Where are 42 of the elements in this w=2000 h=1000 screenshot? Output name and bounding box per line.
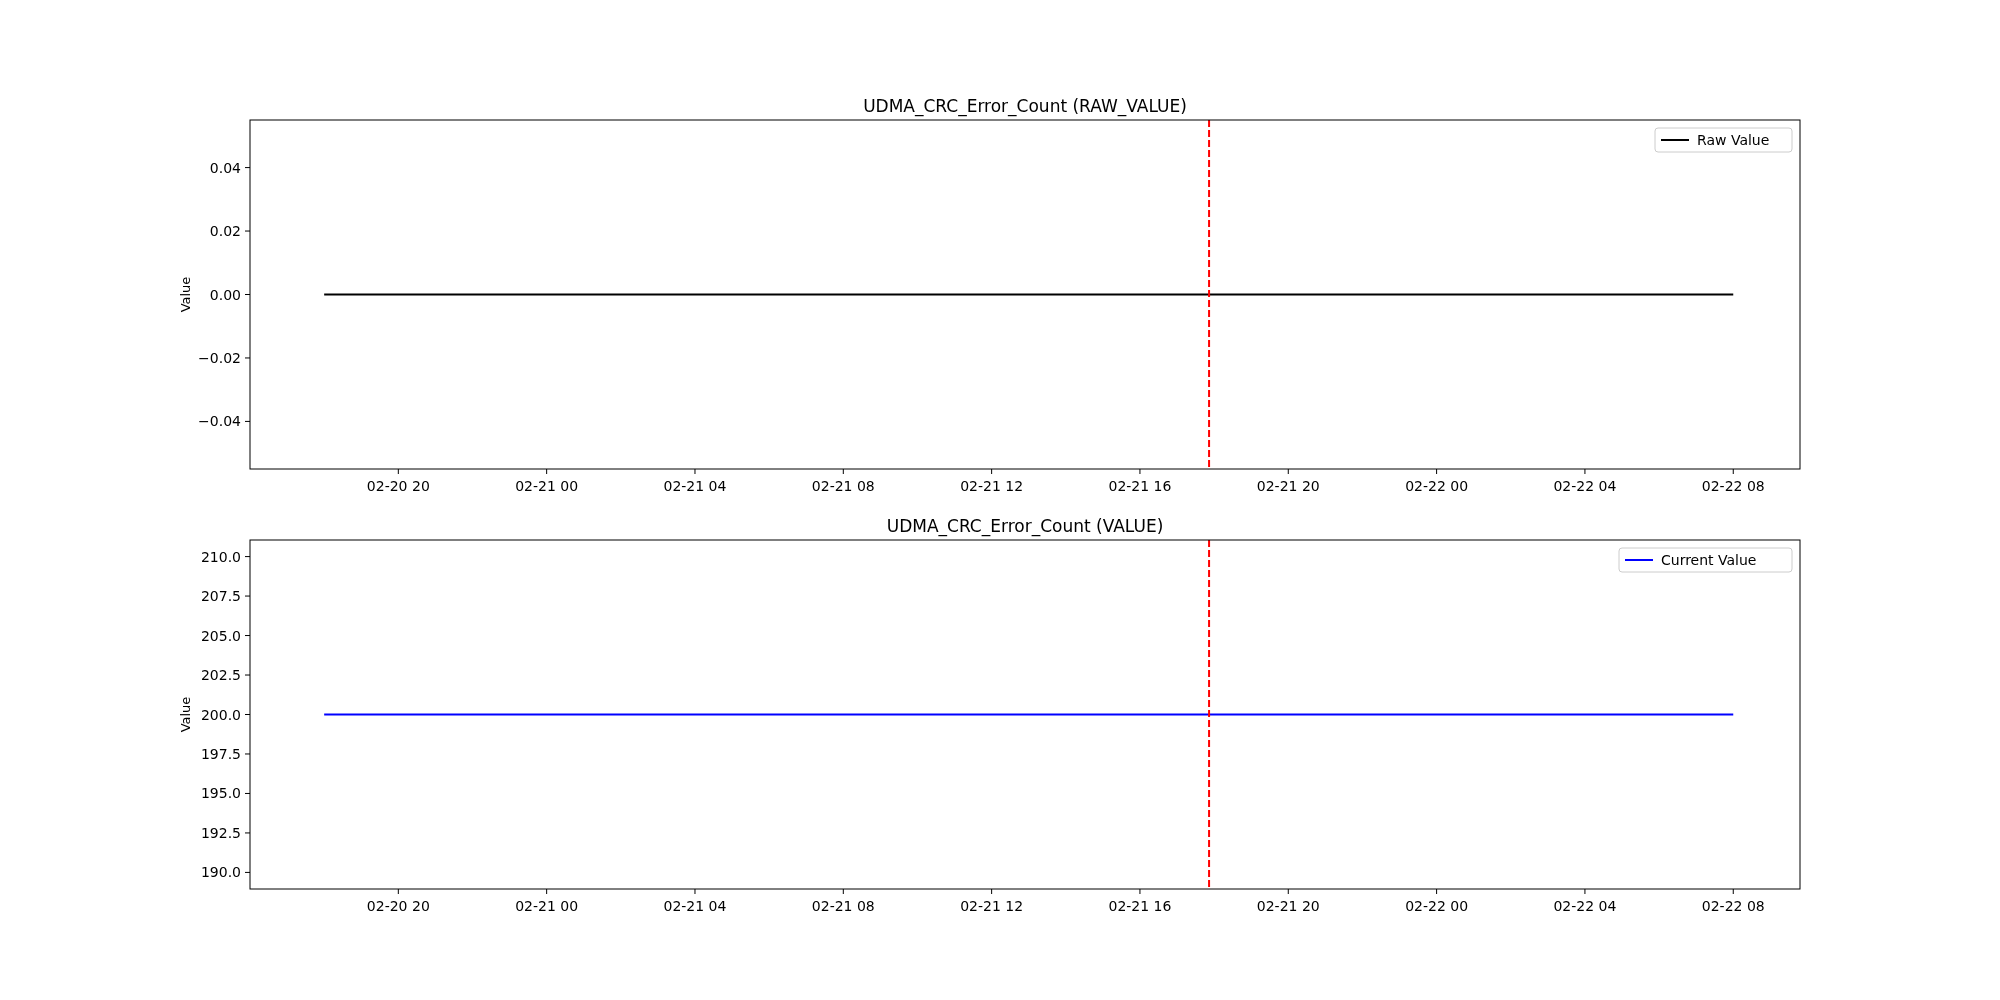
y-tick-label: 0.02 xyxy=(209,223,241,240)
legend-label: Current Value xyxy=(1661,552,1757,568)
x-tick-label: 02-21 16 xyxy=(1108,478,1172,494)
legend-line-icon xyxy=(1660,139,1690,141)
legend-label: Raw Value xyxy=(1697,132,1770,148)
x-tick-label: 02-21 20 xyxy=(1256,898,1320,914)
x-tick-label: 02-22 00 xyxy=(1405,478,1469,494)
x-tick-label: 02-22 04 xyxy=(1553,478,1617,494)
y-tick-label: 192.5 xyxy=(200,824,241,841)
y-tick-label: 197.5 xyxy=(200,746,241,762)
x-tick-label: 02-22 08 xyxy=(1701,898,1765,914)
y-tick-label: 205.0 xyxy=(200,627,241,644)
x-tick-label: 02-21 08 xyxy=(811,478,875,494)
x-tick-label: 02-20 20 xyxy=(366,898,430,914)
y-tick-label: −0.04 xyxy=(198,413,241,430)
y-tick-label: 0.00 xyxy=(209,286,241,303)
x-tick-label: 02-21 08 xyxy=(811,898,875,914)
x-tick-label: 02-22 04 xyxy=(1553,898,1617,914)
chart-title: UDMA_CRC_Error_Count (VALUE) xyxy=(886,516,1164,536)
x-tick-label: 02-20 20 xyxy=(366,478,430,494)
y-tick-label: 210.0 xyxy=(200,548,241,565)
x-tick-label: 02-21 04 xyxy=(663,898,727,914)
x-tick-label: 02-21 04 xyxy=(663,478,727,494)
y-axis-label: Value xyxy=(178,276,193,313)
x-tick-label: 02-21 00 xyxy=(515,478,579,494)
x-tick-label: 02-21 12 xyxy=(960,478,1024,494)
y-tick-label: 0.04 xyxy=(209,159,241,176)
x-tick-label: 02-21 16 xyxy=(1108,898,1172,914)
x-tick-label: 02-22 00 xyxy=(1405,898,1469,914)
y-tick-label: 195.0 xyxy=(200,785,241,802)
legend-line-icon xyxy=(1624,559,1654,561)
x-tick-label: 02-21 00 xyxy=(515,898,579,914)
x-tick-label: 02-21 20 xyxy=(1256,478,1320,494)
x-tick-label: 02-21 12 xyxy=(960,898,1024,914)
y-tick-label: 207.5 xyxy=(200,588,241,605)
chart-title: UDMA_CRC_Error_Count (RAW_VALUE) xyxy=(863,96,1187,116)
y-tick-label: 190.0 xyxy=(200,864,241,881)
y-tick-label: −0.02 xyxy=(198,349,241,366)
y-axis-label: Value xyxy=(178,696,193,733)
y-tick-label: 200.0 xyxy=(200,706,241,723)
y-tick-label: 202.5 xyxy=(200,667,241,683)
x-tick-label: 02-22 08 xyxy=(1701,478,1765,494)
